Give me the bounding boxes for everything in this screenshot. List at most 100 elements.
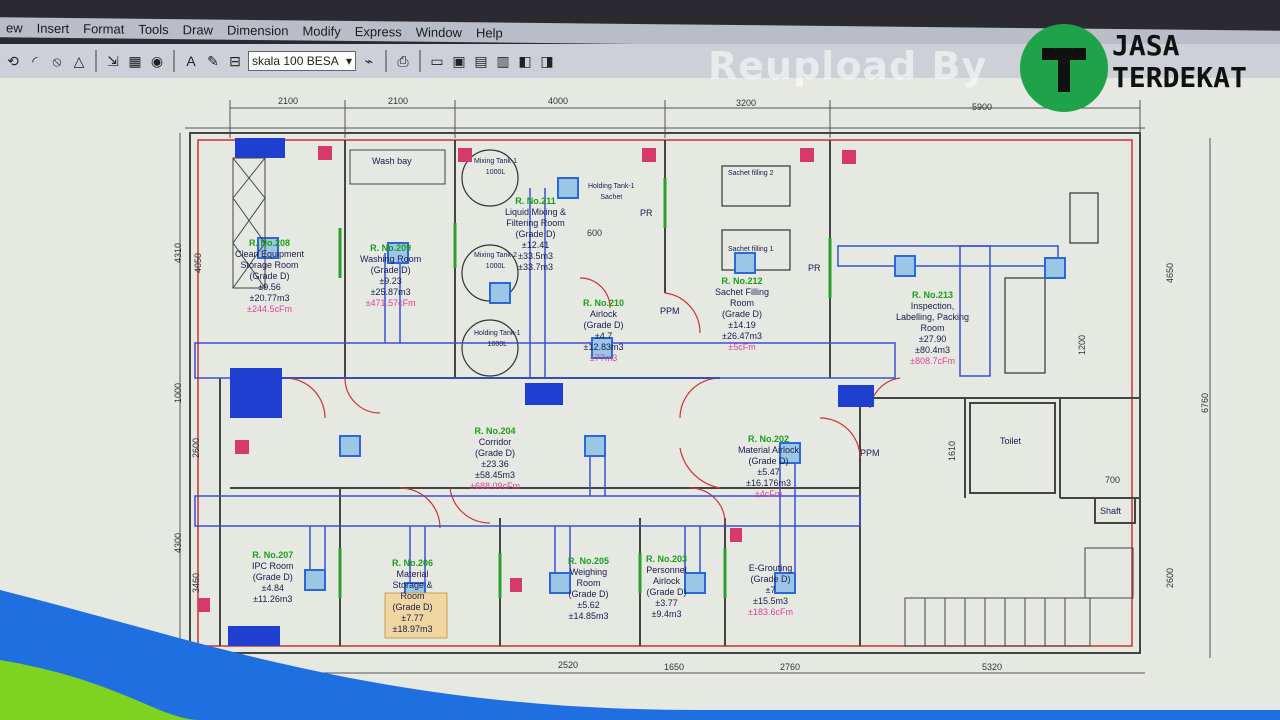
room-name: Liquid Mixing & Filtering Room [505, 207, 567, 228]
room-204[interactable]: R. No.204 Corridor (Grade D) ±23.36 ±58.… [470, 426, 520, 492]
match-properties-icon[interactable]: ◧ [516, 52, 534, 70]
table-tool-icon[interactable]: ⊟ [226, 52, 244, 70]
room-number: R. No.208 [249, 238, 291, 248]
toolbar-separator [419, 50, 421, 72]
open-file-icon[interactable]: ▭ [428, 52, 446, 70]
room-grade: (Grade D) [474, 448, 515, 458]
room-cfm: ±688.09cFm [470, 481, 520, 491]
room-area: ±14.19 [728, 320, 756, 330]
room-volume: ±20.77m3 [249, 293, 290, 303]
toolbar-separator [173, 50, 175, 72]
dim-inner: 1200 [1077, 334, 1088, 356]
target-tool-icon[interactable]: ◉ [148, 52, 166, 70]
room-209[interactable]: R. No.209 Washing Room (Grade D) ±9.23 ±… [360, 243, 421, 309]
room-211[interactable]: R. No.211 Liquid Mixing & Filtering Room… [505, 196, 566, 273]
menu-item-help[interactable]: Help [470, 25, 511, 40]
circle-arrow-icon[interactable]: ⟲ [4, 52, 22, 70]
brand-line1: JASA [1112, 29, 1180, 62]
room-cfm: ±808.7cFm [910, 356, 956, 366]
no-symbol-icon[interactable]: ⦸ [48, 52, 66, 70]
room-volume: ±26.47m3 [722, 331, 762, 341]
chevron-down-icon: ▾ [345, 54, 352, 68]
edit-text-icon[interactable]: ✎ [204, 52, 222, 70]
room-number: R. No.213 [912, 290, 954, 300]
room-grade: (Grade D) [748, 456, 789, 466]
room-213[interactable]: R. No.213 Inspection, Labelling, Packing… [896, 290, 969, 367]
menu-item-tools[interactable]: Tools [132, 21, 176, 36]
dim-left: 1000 [173, 382, 184, 404]
fixture-label: Holding Tank-1 1000L [474, 330, 521, 348]
properties-icon[interactable]: ▥ [494, 52, 512, 70]
fixture-label: Shaft [1100, 506, 1122, 516]
brand-line2: TERDEKAT [1112, 61, 1247, 94]
fixture-label: PPM [660, 306, 680, 316]
brand-logo-icon [1020, 24, 1108, 112]
room-number: R. No.209 [370, 243, 412, 253]
menu-item-draw[interactable]: Draw [177, 22, 221, 37]
menu-item-format[interactable]: Format [77, 21, 132, 37]
dim-left: 4050 [193, 252, 204, 274]
dim-right: 4650 [1165, 262, 1176, 284]
cad-window: ew Insert Format Tools Draw Dimension Mo… [0, 0, 1280, 720]
room-grade: (Grade D) [249, 271, 290, 281]
dim-top: 5900 [972, 102, 993, 112]
room-210[interactable]: R. No.210 Airlock (Grade D) ±4.7 ±12.83m… [583, 298, 624, 364]
menu-item-window[interactable]: Window [410, 24, 470, 40]
brush-tool-icon[interactable]: ⌁ [360, 52, 378, 70]
arc-tool-icon[interactable]: ◜ [26, 52, 44, 70]
menu-item-modify[interactable]: Modify [296, 23, 348, 39]
watermark-text: Reupload By [708, 44, 988, 88]
triangle-tool-icon[interactable]: △ [70, 52, 88, 70]
scale-select-value: skala 100 BESA [252, 54, 339, 68]
dim-inner: 1610 [947, 440, 958, 462]
room-grade: (Grade D) [583, 320, 624, 330]
room-area: ±23.36 [481, 459, 509, 469]
room-cfm: ±244.5cFm [247, 304, 292, 314]
scale-select[interactable]: skala 100 BESA ▾ [248, 51, 356, 71]
room-volume: ±25.87m3 [370, 287, 411, 297]
dim-left: 2600 [191, 437, 202, 459]
menu-item-view[interactable]: ew [0, 20, 31, 35]
room-name: Corridor [478, 437, 512, 447]
dim-right: 6760 [1200, 392, 1211, 414]
room-grade: (Grade D) [515, 229, 556, 239]
room-number: R. No.212 [721, 276, 763, 286]
layers-icon[interactable]: ▤ [472, 52, 490, 70]
room-212[interactable]: R. No.212 Sachet Filling Room (Grade D) … [715, 276, 769, 353]
hatch-tool-icon[interactable]: ▦ [126, 52, 144, 70]
room-cfm: ±33.7m3 [518, 262, 553, 272]
dim-left: 4310 [173, 242, 184, 264]
save-icon[interactable]: ▣ [450, 52, 468, 70]
room-208[interactable]: R. No.208 Clean Equipment Storage Room (… [235, 238, 304, 315]
room-area: ±9.56 [258, 282, 281, 292]
menu-item-dimension[interactable]: Dimension [221, 22, 296, 38]
fixture-label: PR [808, 263, 821, 273]
fixture-label: PPM [860, 448, 880, 458]
text-tool-icon[interactable]: A [182, 52, 200, 70]
menu-item-express[interactable]: Express [349, 23, 410, 39]
room-grade: (Grade D) [722, 309, 763, 319]
toolbar-separator [95, 50, 97, 72]
room-area: ±4.7 [594, 331, 613, 341]
room-area: ±27.90 [918, 334, 947, 344]
room-volume: ±58.45m3 [475, 470, 515, 480]
room-202[interactable]: R. No.202 Material Airlock (Grade D) ±5.… [738, 434, 799, 500]
room-cfm: ±471.57cFm [365, 298, 416, 308]
toolbar-separator [385, 50, 387, 72]
room-number: R. No.202 [748, 434, 790, 444]
fixture-label: Toilet [1000, 436, 1022, 446]
room-volume: ±16.176m3 [746, 478, 791, 488]
fixture-label: Mixing Tank-1 1000L [474, 158, 518, 176]
fixture-label: Sachet filling 2 [728, 170, 774, 177]
fixture-label: Holding Tank-1 Sachet [588, 183, 635, 201]
room-number: R. No.211 [515, 196, 556, 206]
block-icon[interactable]: ◨ [538, 52, 556, 70]
decorative-wave [0, 590, 1280, 720]
room-number: R. No.210 [583, 298, 625, 308]
print-icon[interactable]: ⎙ [394, 52, 412, 70]
room-volume: ±80.4m3 [915, 345, 951, 355]
stretch-tool-icon[interactable]: ⇲ [104, 52, 122, 70]
menu-item-insert[interactable]: Insert [31, 20, 78, 35]
dim-top: 2100 [278, 96, 299, 106]
dim-top: 3200 [736, 98, 757, 108]
